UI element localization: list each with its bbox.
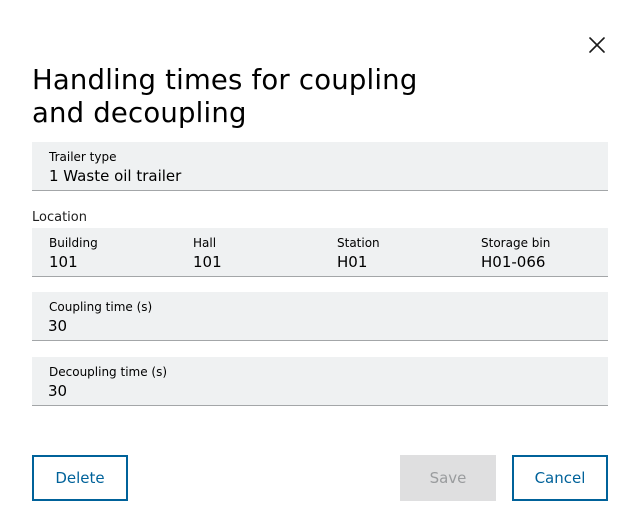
decoupling-time-field[interactable]: Decoupling time (s) 30 — [32, 357, 608, 406]
location-section-label: Location — [32, 210, 87, 225]
station-value: H01 — [337, 253, 368, 271]
hall-label: Hall — [193, 236, 217, 250]
storage-bin-label: Storage bin — [481, 236, 551, 250]
building-label: Building — [49, 236, 98, 250]
cancel-button[interactable]: Cancel — [512, 455, 608, 501]
coupling-time-label: Coupling time (s) — [49, 300, 153, 314]
decoupling-time-input[interactable]: 30 — [48, 381, 67, 401]
station-label: Station — [337, 236, 380, 250]
trailer-type-field: Trailer type 1 Waste oil trailer — [32, 142, 608, 191]
building-value: 101 — [49, 253, 78, 271]
decoupling-time-label: Decoupling time (s) — [49, 365, 168, 379]
hall-value: 101 — [193, 253, 222, 271]
save-button[interactable]: Save — [400, 455, 496, 501]
delete-button[interactable]: Delete — [32, 455, 128, 501]
trailer-type-value: 1 Waste oil trailer — [49, 167, 182, 185]
coupling-time-input[interactable]: 30 — [48, 316, 67, 336]
trailer-type-label: Trailer type — [49, 150, 117, 164]
storage-bin-value: H01-066 — [481, 253, 546, 271]
close-button[interactable] — [583, 31, 611, 59]
location-field-group: Building 101 Hall 101 Station H01 Storag… — [32, 228, 608, 277]
dialog-title: Handling times for coupling and decoupli… — [32, 64, 418, 129]
handling-times-dialog: Handling times for coupling and decoupli… — [0, 0, 640, 529]
coupling-time-field[interactable]: Coupling time (s) 30 — [32, 292, 608, 341]
close-icon — [589, 37, 605, 53]
